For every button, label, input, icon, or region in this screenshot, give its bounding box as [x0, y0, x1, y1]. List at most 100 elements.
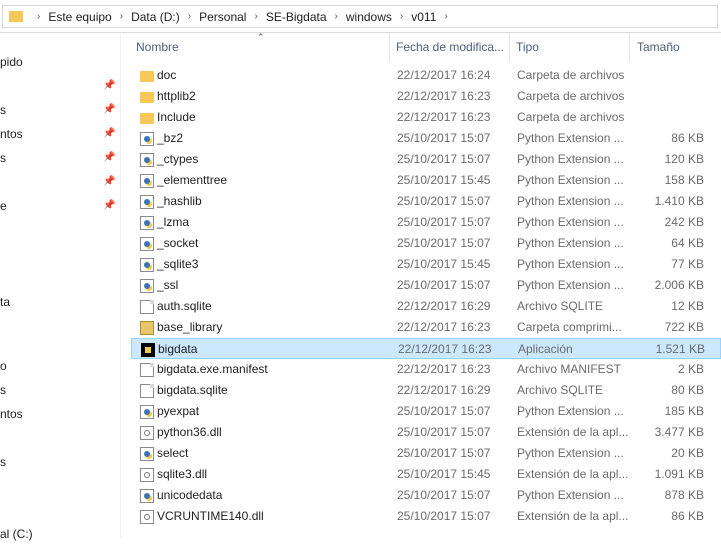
nav-item[interactable]: s	[0, 380, 6, 400]
file-type: Python Extension ...	[517, 152, 624, 166]
file-row[interactable]: _ssl 25/10/2017 15:07 Python Extension ...…	[131, 275, 721, 296]
column-header-type[interactable]: Tipo	[510, 33, 630, 61]
file-row[interactable]: python36.dll 25/10/2017 15:07 Extensión de…	[131, 422, 721, 443]
file-type: Archivo SQLITE	[517, 299, 604, 313]
breadcrumb-item[interactable]: windows	[346, 10, 392, 24]
nav-item[interactable]: o	[0, 356, 7, 376]
file-date-modified: 25/10/2017 15:07	[397, 194, 491, 208]
file-row[interactable]: unicodedata 25/10/2017 15:07 Python Extens…	[131, 485, 721, 506]
file-size: 3.477 KB	[654, 425, 704, 439]
file-size: 242 KB	[664, 215, 704, 229]
nav-item[interactable]: e	[0, 196, 7, 216]
file-name: _lzma	[157, 215, 190, 229]
python-file-icon	[140, 237, 154, 251]
file-row[interactable]: VCRUNTIME140.dll 25/10/2017 15:07 Extensió…	[131, 506, 721, 527]
breadcrumb-separator-icon[interactable]: ›	[400, 11, 403, 22]
file-type: Python Extension ...	[517, 446, 624, 460]
file-row[interactable]: select 25/10/2017 15:07 Python Extension .…	[131, 443, 721, 464]
file-size: 2 KB	[677, 362, 704, 376]
file-row[interactable]: base_library 22/12/2017 16:23 Carpeta comp…	[131, 317, 721, 338]
column-header-label: Fecha de modifica...	[396, 40, 505, 54]
file-size: 1.091 KB	[654, 467, 704, 481]
file-size: 20 KB	[671, 446, 704, 460]
file-row[interactable]: bigdata 22/12/2017 16:23 Aplicación 1.521 K…	[131, 338, 721, 359]
breadcrumb-separator-icon[interactable]: ›	[335, 11, 338, 22]
breadcrumb-separator-icon[interactable]: ›	[37, 11, 40, 22]
file-row[interactable]: pyexpat 25/10/2017 15:07 Python Extension …	[131, 401, 721, 422]
nav-item[interactable]: pido	[0, 52, 23, 72]
nav-item[interactable]: ta	[0, 292, 10, 312]
nav-item[interactable]: s	[0, 452, 6, 472]
python-file-icon	[140, 447, 154, 461]
file-name: unicodedata	[157, 488, 223, 502]
nav-item[interactable]: s	[0, 100, 6, 120]
file-name: httplib2	[157, 89, 196, 103]
address-bar[interactable]: › Este equipo › Data (D:) › Personal › S…	[2, 5, 718, 28]
file-date-modified: 22/12/2017 16:23	[397, 110, 491, 124]
file-name: sqlite3.dll	[157, 467, 208, 481]
file-row[interactable]: _hashlib 25/10/2017 15:07 Python Extension…	[131, 191, 721, 212]
file-type: Carpeta de archivos	[517, 68, 625, 82]
nav-item[interactable]: s	[0, 148, 6, 168]
file-date-modified: 25/10/2017 15:07	[397, 509, 491, 523]
file-row[interactable]: doc 22/12/2017 16:24 Carpeta de archivos	[131, 65, 721, 86]
file-name: python36.dll	[157, 425, 222, 439]
column-header-label: Tamaño	[637, 40, 680, 54]
breadcrumb-separator-icon[interactable]: ›	[188, 11, 191, 22]
file-date-modified: 25/10/2017 15:07	[397, 404, 491, 418]
breadcrumb-item[interactable]: Este equipo	[48, 10, 111, 24]
file-row[interactable]: sqlite3.dll 25/10/2017 15:45 Extensión de …	[131, 464, 721, 485]
nav-item[interactable]: ntos	[0, 404, 23, 424]
folder-icon	[9, 11, 23, 22]
file-row[interactable]: auth.sqlite 22/12/2017 16:29 Archivo SQLIT…	[131, 296, 721, 317]
file-type: Python Extension ...	[517, 194, 624, 208]
file-type: Extensión de la apl...	[517, 425, 629, 439]
file-type: Python Extension ...	[517, 404, 624, 418]
file-row[interactable]: _sqlite3 25/10/2017 15:45 Python Extension…	[131, 254, 721, 275]
file-row[interactable]: httplib2 22/12/2017 16:23 Carpeta de archi…	[131, 86, 721, 107]
file-name: bigdata.exe.manifest	[157, 362, 268, 376]
nav-item-label: s	[0, 103, 6, 117]
file-row[interactable]: _bz2 25/10/2017 15:07 Python Extension ...…	[131, 128, 721, 149]
breadcrumb-item[interactable]: v011	[411, 10, 436, 24]
nav-item-label: ta	[0, 295, 11, 309]
file-size: 64 KB	[671, 236, 704, 250]
file-size: 878 KB	[664, 488, 704, 502]
file-row[interactable]: _elementtree 25/10/2017 15:45 Python Exten…	[131, 170, 721, 191]
python-file-icon	[140, 489, 154, 503]
file-type: Python Extension ...	[517, 215, 624, 229]
file-row[interactable]: _lzma 25/10/2017 15:07 Python Extension ..…	[131, 212, 721, 233]
column-header-name[interactable]: Nombre	[131, 33, 390, 61]
nav-item-label: pido	[0, 55, 23, 69]
file-date-modified: 22/12/2017 16:29	[397, 383, 491, 397]
file-row[interactable]: bigdata.exe.manifest 22/12/2017 16:23 Arch…	[131, 359, 721, 380]
file-date-modified: 22/12/2017 16:23	[398, 342, 492, 356]
zip-folder-icon	[140, 321, 154, 335]
file-type: Python Extension ...	[517, 257, 624, 271]
breadcrumb-separator-icon[interactable]: ›	[444, 11, 447, 22]
file-date-modified: 25/10/2017 15:07	[397, 152, 491, 166]
python-file-icon	[140, 195, 154, 209]
file-name: bigdata	[158, 342, 198, 356]
column-header-date[interactable]: Fecha de modifica...	[390, 33, 510, 61]
file-size: 2.006 KB	[654, 278, 704, 292]
breadcrumb-item[interactable]: Personal	[199, 10, 246, 24]
column-header-row: ⌃ Nombre Fecha de modifica... Tipo Tamañ…	[131, 32, 721, 61]
file-row[interactable]: _ctypes 25/10/2017 15:07 Python Extension …	[131, 149, 721, 170]
file-date-modified: 25/10/2017 15:45	[397, 467, 491, 481]
file-name: _ssl	[157, 278, 179, 292]
nav-item[interactable]: ntos	[0, 124, 23, 144]
breadcrumb-separator-icon[interactable]: ›	[254, 11, 257, 22]
nav-item[interactable]: al (C:)	[0, 524, 33, 544]
document-icon	[140, 384, 154, 398]
file-size: 158 KB	[664, 173, 704, 187]
breadcrumb-separator-icon[interactable]: ›	[120, 11, 123, 22]
nav-item-label: o	[0, 359, 7, 373]
file-row[interactable]: Include 22/12/2017 16:23 Carpeta de archiv…	[131, 107, 721, 128]
breadcrumb-item[interactable]: SE-Bigdata	[266, 10, 327, 24]
breadcrumb-item[interactable]: Data (D:)	[131, 10, 180, 24]
column-header-size[interactable]: Tamaño	[630, 33, 720, 61]
file-row[interactable]: bigdata.sqlite 22/12/2017 16:29 Archivo SQ…	[131, 380, 721, 401]
file-date-modified: 25/10/2017 15:07	[397, 425, 491, 439]
file-row[interactable]: _socket 25/10/2017 15:07 Python Extension …	[131, 233, 721, 254]
